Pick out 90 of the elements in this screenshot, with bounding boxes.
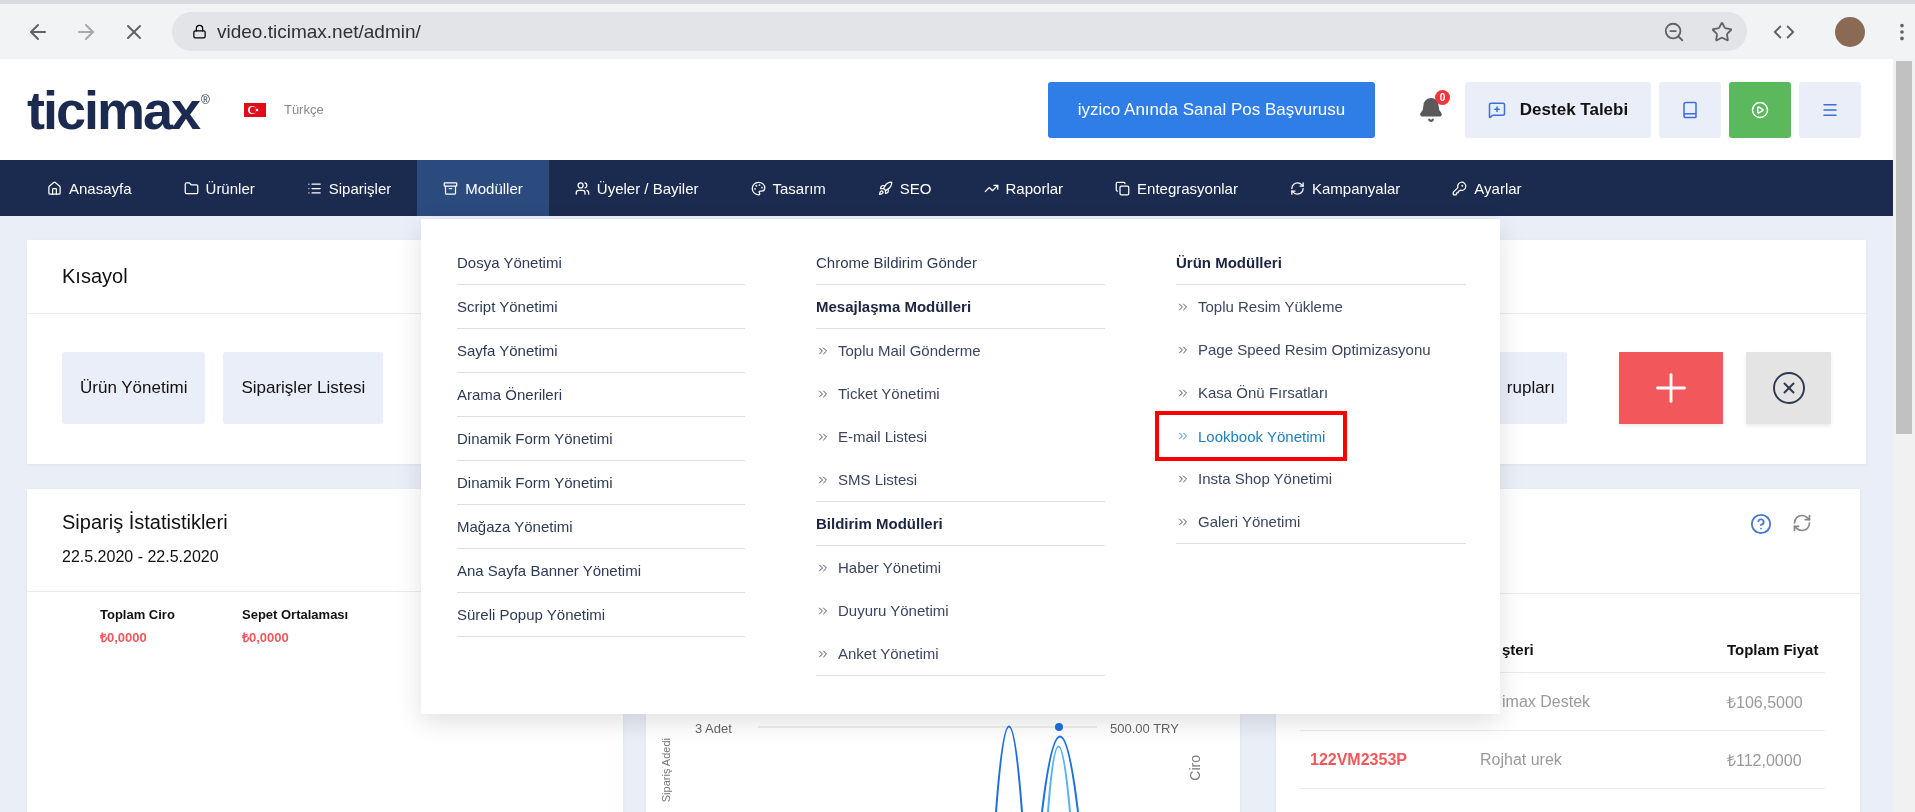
menu-link[interactable]: Dinamik Form Yönetimi <box>457 461 745 505</box>
menu-link[interactable]: SMS Listesi <box>816 458 1105 501</box>
play-button[interactable] <box>1729 81 1791 138</box>
menu-link[interactable]: Dinamik Form Yönetimi <box>457 417 745 461</box>
scrollbar-thumb[interactable] <box>1896 61 1912 434</box>
menu-link[interactable]: Dosya Yönetimi <box>457 241 745 285</box>
axis-tick: 3 Adet <box>695 721 732 736</box>
axis-label: Sipariş Adedi <box>660 738 672 803</box>
flag-icon[interactable] <box>243 102 266 117</box>
nav-item[interactable]: Ayarlar <box>1426 160 1548 216</box>
nav-item[interactable]: Kampanyalar <box>1263 160 1427 216</box>
menu-link[interactable]: Script Yönetimi <box>457 285 745 329</box>
menu-link[interactable]: Sayfa Yönetimi <box>457 329 745 373</box>
menu-link[interactable]: Ana Sayfa Banner Yönetimi <box>457 549 745 593</box>
card-title: Sipariş İstatistikleri <box>62 511 228 533</box>
menu-link[interactable]: Haber Yönetimi <box>816 546 1105 589</box>
menu-link[interactable]: Toplu Resim Yükleme <box>1176 285 1466 328</box>
column-header: şteri <box>1501 640 1535 658</box>
menu-heading: Mesajlaşma Modülleri <box>816 285 1105 329</box>
notification-bell[interactable]: 0 <box>1418 89 1450 123</box>
close-button[interactable] <box>1746 352 1831 424</box>
folder-icon <box>183 180 199 196</box>
play-icon <box>1751 100 1769 119</box>
table-cell-text: ₺112,0000 <box>1727 750 1803 771</box>
table-cell-text: imax Destek <box>1501 692 1592 711</box>
avatar-icon[interactable] <box>1835 16 1865 47</box>
stat-value: ₺0,0000 <box>100 629 148 646</box>
menu-link[interactable]: Chrome Bildirim Gönder <box>816 241 1105 285</box>
axis-tick: 500.00 TRY <box>1110 721 1179 736</box>
menu-link[interactable]: Lookbook Yönetimi <box>1155 411 1348 461</box>
table-cell-text: ₺106,5000 <box>1727 692 1804 713</box>
menu-link[interactable]: Anket Yönetimi <box>816 632 1105 675</box>
menu-link[interactable]: Arama Önerileri <box>457 373 745 417</box>
nav-item[interactable]: Siparişler <box>280 160 418 216</box>
nav-item[interactable]: SEO <box>851 160 958 216</box>
menu-link[interactable]: Galeri Yönetimi <box>1176 500 1466 543</box>
nav-item[interactable]: Entegrasyonlar <box>1089 160 1264 216</box>
refresh-icon <box>1289 180 1305 196</box>
menu-heading: Bildirim Modülleri <box>816 502 1105 546</box>
logo[interactable]: ticimax <box>27 82 200 137</box>
nav-item[interactable]: Ürünler <box>157 160 281 216</box>
menu-heading: Ürün Modülleri <box>1176 241 1466 285</box>
double-chevron-icon <box>1176 429 1190 443</box>
address-bar[interactable]: video.ticimax.net/admin/ <box>172 12 1747 51</box>
url-text: video.ticimax.net/admin/ <box>217 20 422 43</box>
support-button[interactable]: Destek Talebi <box>1465 81 1651 138</box>
help-icon[interactable] <box>1750 513 1772 535</box>
menu-link[interactable]: Mağaza Yönetimi <box>457 505 745 549</box>
stat-label: Sepet Ortalaması <box>242 607 350 622</box>
language-label[interactable]: Türkçe <box>283 102 324 117</box>
table-cell-text: 122VM2353P <box>1309 750 1408 769</box>
nav-item[interactable]: Üyeler / Bayiler <box>548 160 725 216</box>
table-cell-text: Rojhat urek <box>1480 750 1563 769</box>
nav-item[interactable]: Modüller <box>417 160 549 216</box>
list-icon <box>306 180 322 196</box>
close-icon <box>1770 370 1807 406</box>
refresh-icon[interactable] <box>1792 513 1812 533</box>
notification-badge: 0 <box>1435 89 1450 105</box>
scrollbar[interactable] <box>1893 59 1915 812</box>
chat-plus-icon <box>1487 100 1506 119</box>
shortcut-tile[interactable]: Siparişler Listesi <box>223 352 384 424</box>
book-button[interactable] <box>1659 81 1721 138</box>
stat-label: Toplam Ciro <box>100 607 176 622</box>
stat-value: ₺0,0000 <box>242 629 290 646</box>
archive-icon <box>443 180 459 196</box>
star-icon[interactable] <box>1711 20 1733 43</box>
rocket-icon <box>877 180 893 196</box>
shortcut-tile[interactable]: Ürün Yönetimi <box>62 352 206 424</box>
zoom-out-icon[interactable] <box>1663 20 1685 43</box>
palette-icon <box>750 180 766 196</box>
promo-button[interactable]: iyzico Anında Sanal Pos Başvurusu <box>1048 81 1375 138</box>
axis-label: Ciro <box>1187 755 1203 781</box>
menu-link[interactable]: Süreli Popup Yönetimi <box>457 593 745 637</box>
home-icon <box>47 180 62 196</box>
book-icon <box>1681 100 1699 119</box>
column-header: Toplam Fiyat <box>1727 640 1820 658</box>
menu-link[interactable]: Duyuru Yönetimi <box>816 589 1105 632</box>
card-title: Kısayol <box>62 265 128 288</box>
menu-link[interactable]: Ticket Yönetimi <box>816 372 1105 415</box>
menu-link[interactable]: Toplu Mail Gönderme <box>816 329 1105 372</box>
copy-icon <box>1115 180 1131 196</box>
menu-link[interactable]: E-mail Listesi <box>816 415 1105 458</box>
nav-item[interactable]: Raporlar <box>957 160 1090 216</box>
nav-item[interactable]: Tasarım <box>724 160 852 216</box>
lock-icon <box>192 24 207 39</box>
nav-item[interactable]: Anasayfa <box>21 160 158 216</box>
date-range: 22.5.2020 - 22.5.2020 <box>62 548 220 566</box>
users-icon <box>574 180 590 196</box>
registered-mark: ® <box>201 93 210 107</box>
key-icon <box>1452 180 1468 196</box>
